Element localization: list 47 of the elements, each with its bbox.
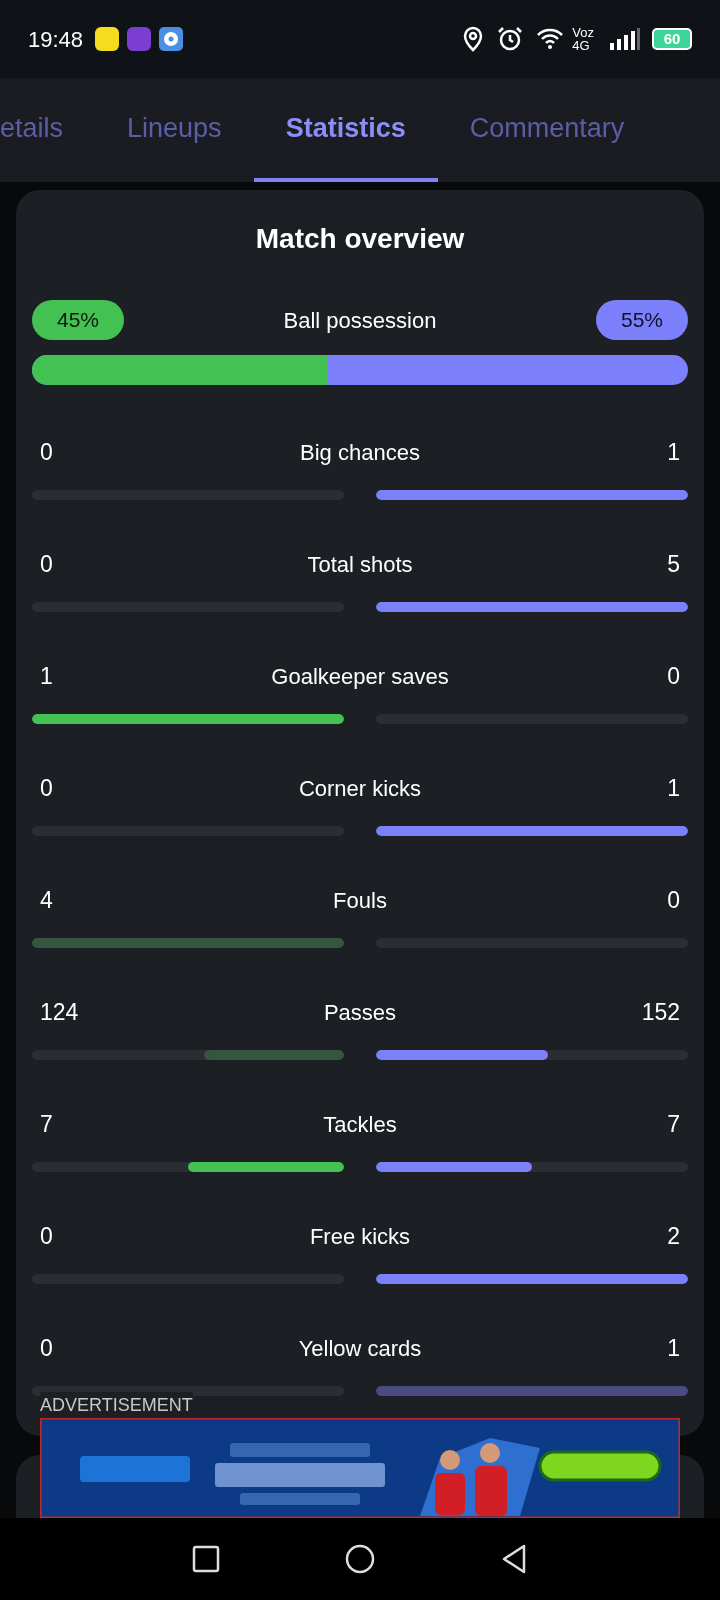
home-value: 124 [40,997,79,1027]
stat-label: Tackles [323,1110,397,1139]
network-type: 4G [572,39,591,52]
home-value: 7 [40,1109,53,1139]
away-value: 2 [667,1221,680,1251]
app-notification-icon [95,27,120,51]
location-icon [462,26,485,52]
home-possession-badge: 45% [32,300,124,340]
away-value: 1 [667,437,680,467]
home-value: 4 [40,885,53,915]
home-value: 0 [40,549,53,579]
home-value: 0 [40,773,53,803]
network-label: Voz [572,26,594,39]
stat-label: Goalkeeper saves [271,662,449,691]
card-title: Match overview [254,222,466,256]
clock: 19:48 [28,25,84,54]
stat-label: Ball possession [283,306,437,335]
home-value: 0 [40,437,53,467]
signal-icon [610,28,640,50]
away-value: 152 [641,997,680,1027]
wifi-icon [536,27,565,51]
away-value: 1 [667,773,680,803]
home-icon[interactable] [344,1543,376,1575]
stat-label: Big chances [300,438,420,467]
stat-label: Passes [323,998,397,1027]
tab[interactable]: etails [0,78,96,182]
battery-indicator: 60 [652,28,692,50]
away-value: 5 [667,549,680,579]
away-value: 7 [667,1109,680,1139]
stat-label: Corner kicks [298,774,422,803]
home-value: 0 [40,1333,53,1363]
away-value: 0 [667,661,680,691]
away-value: 1 [667,1333,680,1363]
recent-apps-icon[interactable] [192,1545,220,1573]
stat-label: Yellow cards [298,1334,422,1363]
away-value: 0 [667,885,680,915]
away-possession-badge: 55% [596,300,688,340]
tab[interactable]: Lineups [95,78,254,182]
back-icon[interactable] [500,1543,528,1575]
tab[interactable]: Commentary [437,78,657,182]
home-value: 0 [40,1221,53,1251]
stat-label: Free kicks [309,1222,411,1251]
tab[interactable]: Statistics [253,78,438,182]
home-value: 1 [40,661,53,691]
app-notification-icon [127,27,152,51]
stat-label: Fouls [333,886,387,915]
stat-label: Total shots [307,550,413,579]
